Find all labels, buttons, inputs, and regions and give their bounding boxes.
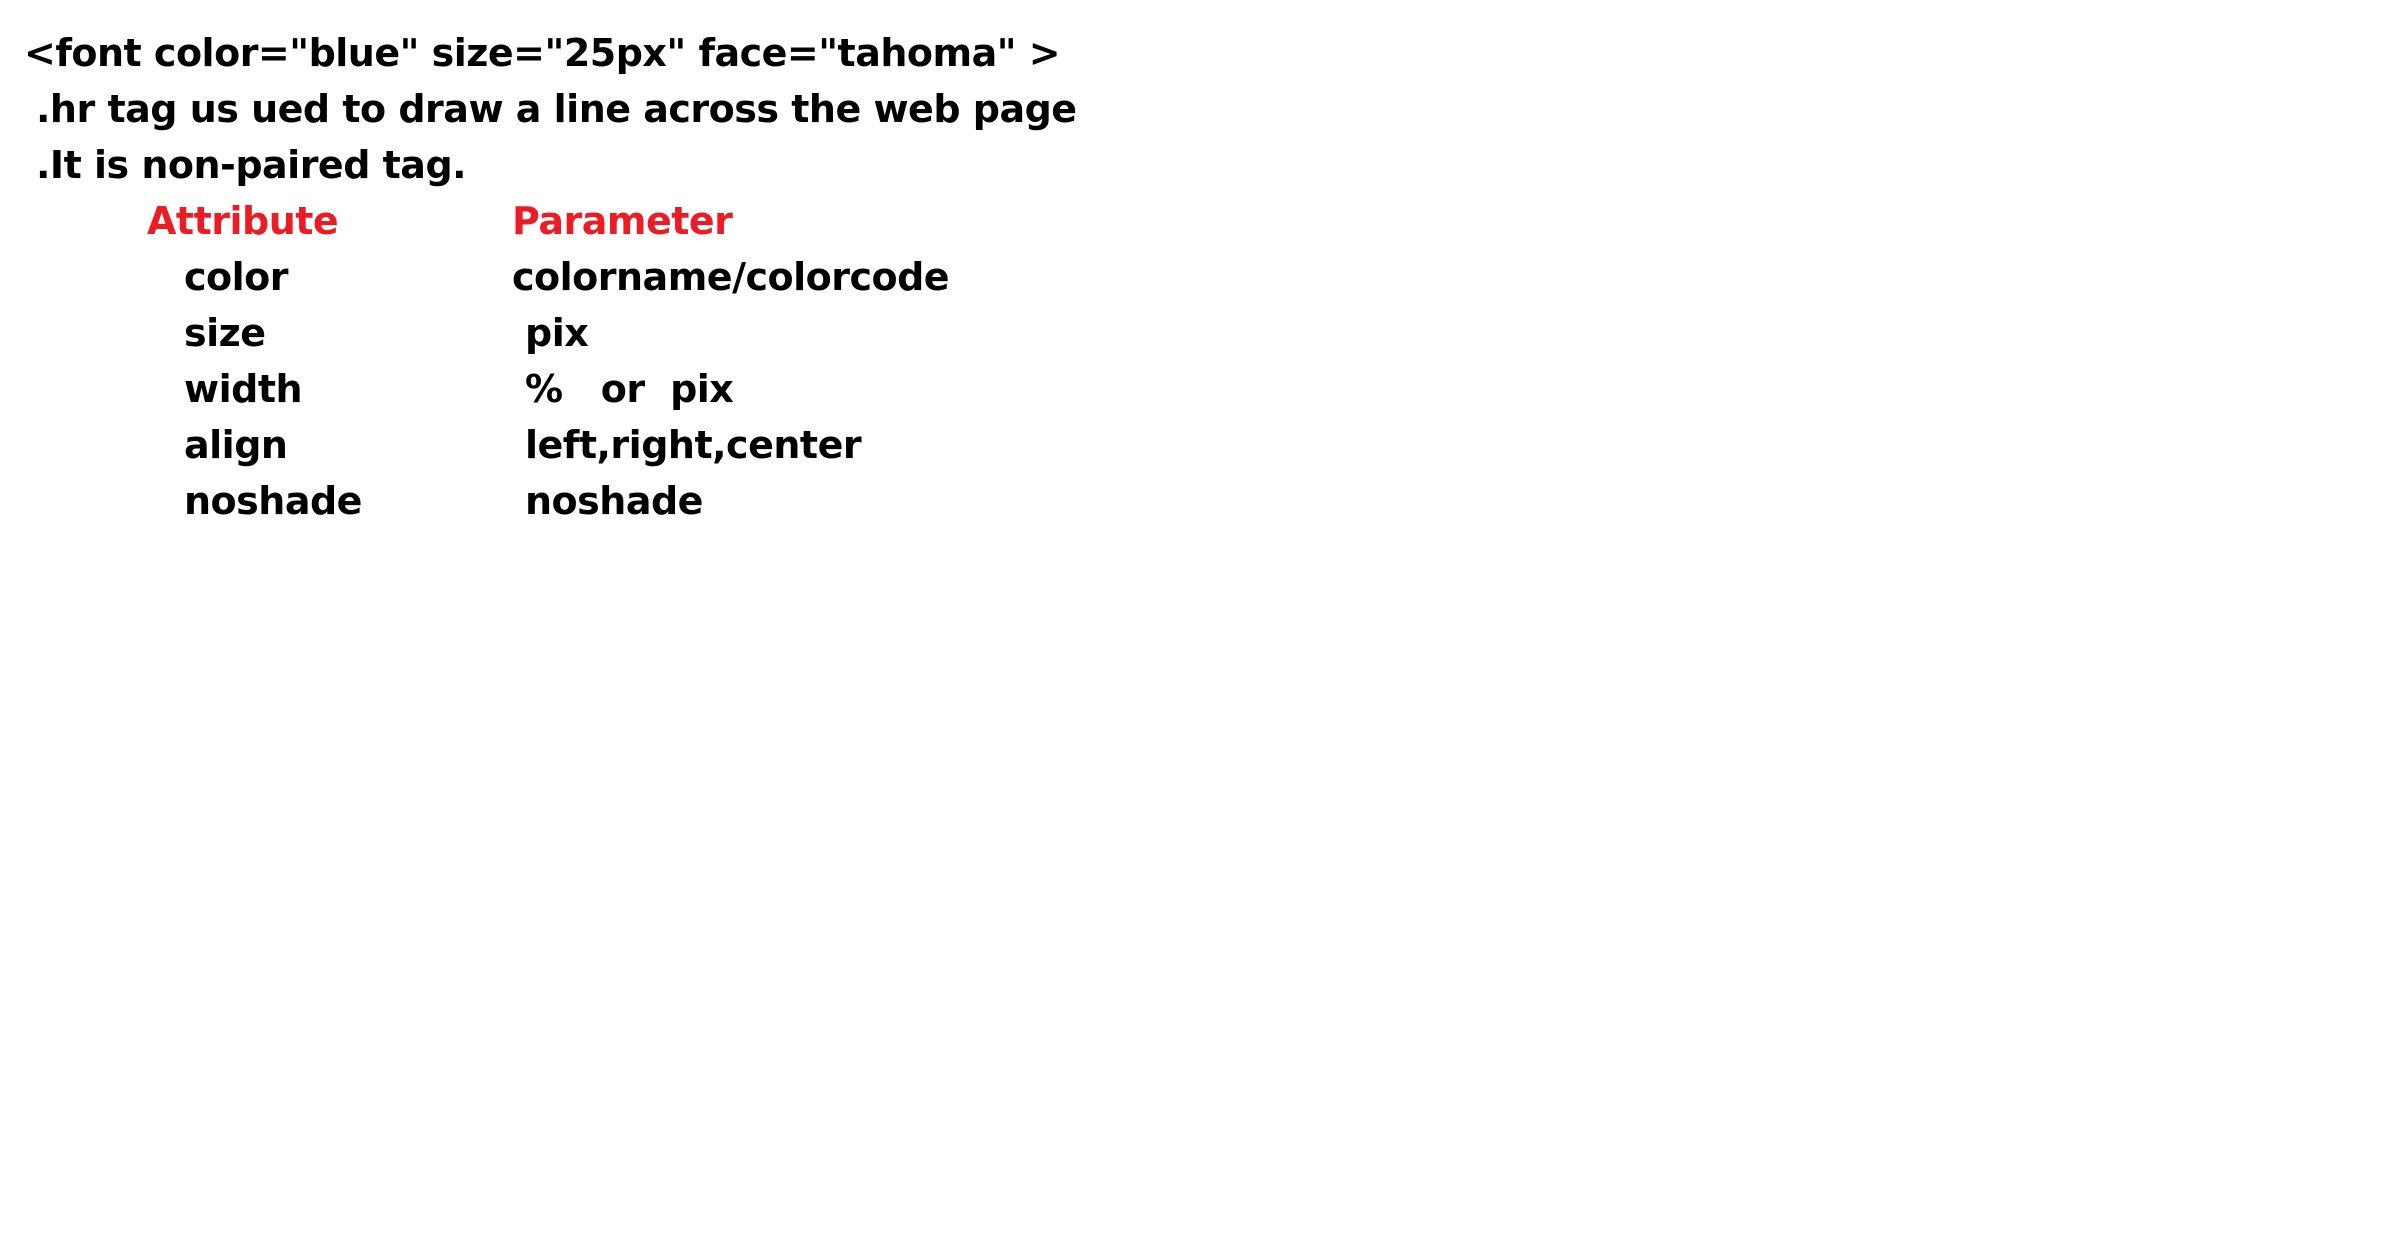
table-row-attribute: width bbox=[184, 367, 303, 411]
table-row-attribute: size bbox=[184, 311, 266, 355]
table-row-parameter: % or pix bbox=[525, 367, 734, 411]
text-line-1: .hr tag us ued to draw a line across the… bbox=[36, 87, 1077, 131]
table-row-parameter: noshade bbox=[525, 479, 703, 523]
table-row-attribute: noshade bbox=[184, 479, 362, 523]
table-row-parameter: colorname/colorcode bbox=[512, 255, 950, 299]
attribute-header: Attribute bbox=[147, 199, 339, 243]
code-line: <font color="blue" size="25px" face="tah… bbox=[24, 31, 1061, 75]
table-row-parameter: pix bbox=[525, 311, 589, 355]
table-row-parameter: left,right,center bbox=[525, 423, 862, 467]
text-line-2: .It is non-paired tag. bbox=[36, 143, 467, 187]
table-row-attribute: color bbox=[184, 255, 289, 299]
parameter-header: Parameter bbox=[512, 199, 733, 243]
table-row-attribute: align bbox=[184, 423, 288, 467]
